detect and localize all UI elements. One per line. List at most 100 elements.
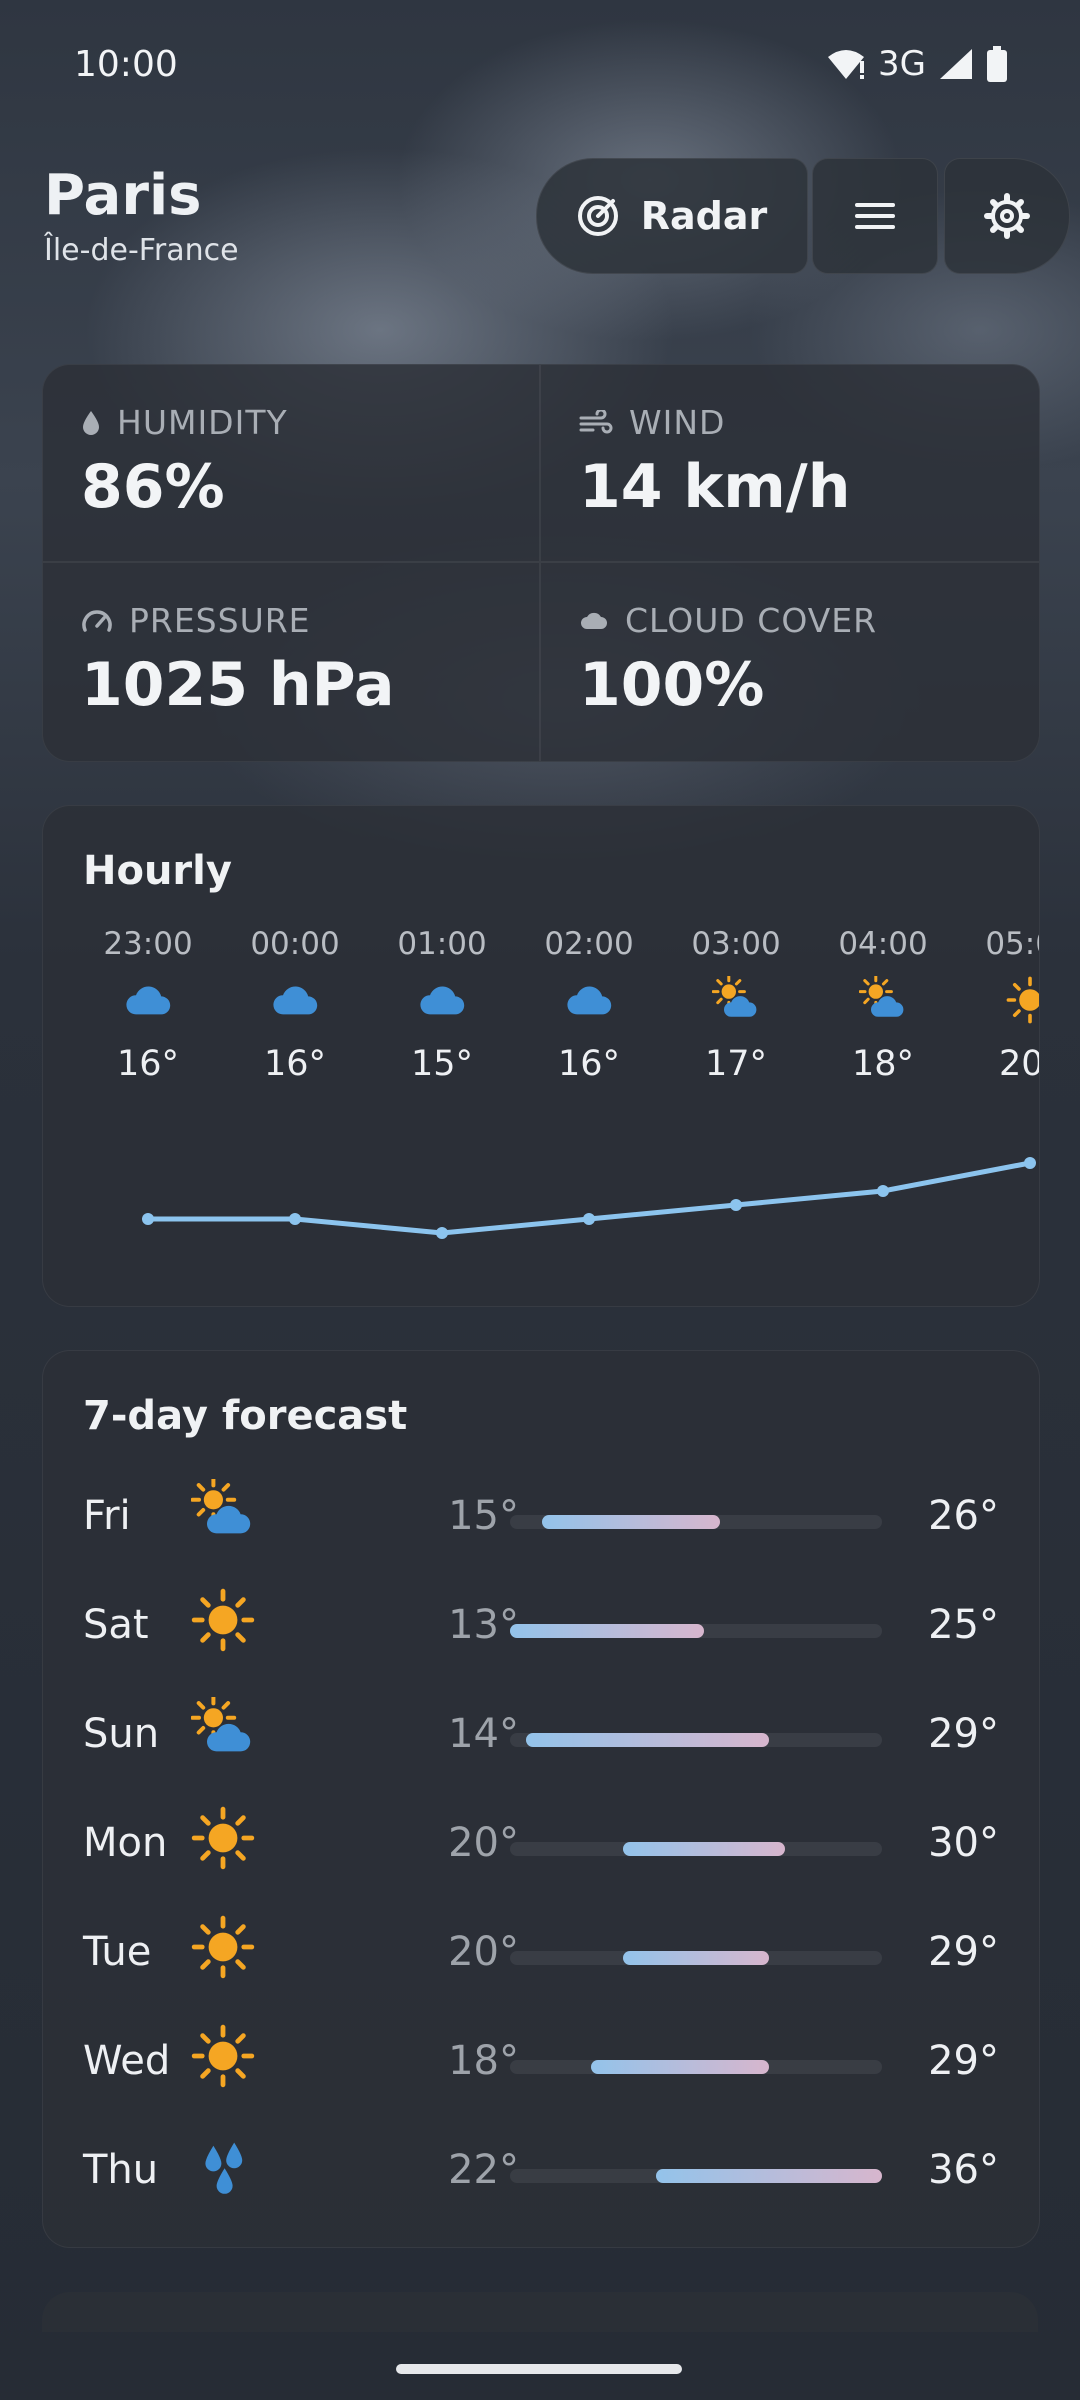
- status-bar: 10:00 3G: [0, 0, 1080, 130]
- hourly-item: 23:00 16°: [73, 926, 223, 1084]
- day-low-temp: 20°: [448, 1820, 519, 1866]
- temperature-range-bar: [623, 1951, 769, 1965]
- day-high-temp: 29°: [928, 1711, 999, 1757]
- network-type: 3G: [878, 44, 926, 84]
- hour-time: 01:00: [397, 926, 487, 962]
- day-high-temp: 29°: [928, 1929, 999, 1975]
- hour-icon: [514, 976, 664, 1036]
- temperature-range-track: [510, 1951, 882, 1965]
- cell-signal-icon: [940, 49, 972, 79]
- day-icon: [191, 2024, 261, 2094]
- location-header: Paris Île-de-France: [44, 165, 239, 268]
- sun-icon: [191, 1588, 255, 1652]
- hour-time: 05:00: [985, 926, 1039, 962]
- menu-button[interactable]: [812, 158, 938, 274]
- day-icon: [190, 1477, 261, 1549]
- hour-time: 04:00: [838, 926, 928, 962]
- water-drop-icon: [83, 410, 99, 435]
- forecast-day-row[interactable]: Sat 13° 25°: [43, 1588, 1039, 1668]
- next-card-peek: [42, 2292, 1038, 2332]
- humidity-label: HUMIDITY: [117, 403, 288, 442]
- hourly-item: 04:00 18°: [808, 926, 958, 1084]
- day-low-temp: 22°: [448, 2147, 519, 2193]
- status-icons: 3G: [826, 44, 1008, 84]
- day-name: Sun: [83, 1711, 160, 1757]
- day-icon: [191, 1915, 261, 1985]
- temperature-range-bar: [526, 1733, 769, 1747]
- daily-title: 7-day forecast: [83, 1393, 408, 1439]
- hour-temp: 17°: [704, 1044, 768, 1084]
- hourly-item: 05:00 20°: [955, 926, 1039, 1084]
- hourly-temperature-point: [142, 1213, 154, 1225]
- radar-button[interactable]: Radar: [536, 158, 808, 274]
- hour-time: 03:00: [691, 926, 781, 962]
- wind-stat: WIND 14 km/h: [541, 365, 1039, 563]
- settings-button[interactable]: [944, 158, 1070, 274]
- hourly-temperature-point: [877, 1185, 889, 1197]
- region-name: Île-de-France: [44, 232, 239, 268]
- day-name: Thu: [83, 2147, 159, 2193]
- humidity-stat: HUMIDITY 86%: [43, 365, 541, 563]
- pressure-label: PRESSURE: [129, 601, 311, 640]
- sun-icon: [1006, 976, 1039, 1024]
- cloud-icon: [567, 986, 612, 1015]
- forecast-day-row[interactable]: Mon 20° 30°: [43, 1806, 1039, 1886]
- radar-icon: [577, 196, 618, 236]
- forecast-day-row[interactable]: Fri 15° 26°: [43, 1477, 1039, 1559]
- forecast-day-row[interactable]: Tue 20° 29°: [43, 1915, 1039, 1995]
- cloud-icon: [581, 612, 607, 629]
- daily-forecast-card: 7-day forecast Fri 15° 26° Sat 13° 25° Sun…: [42, 1350, 1040, 2248]
- gauge-icon: [82, 609, 112, 632]
- pressure-value: 1025 hPa: [81, 650, 395, 720]
- temperature-range-bar: [655, 2169, 882, 2183]
- partly-cloudy-icon: [712, 976, 757, 1017]
- hour-icon: [661, 976, 811, 1036]
- hour-temp: 20°: [998, 1044, 1039, 1084]
- hour-time: 02:00: [544, 926, 634, 962]
- hour-icon: [73, 976, 223, 1036]
- wifi-icon: [828, 50, 865, 79]
- gesture-navigation-bar[interactable]: [396, 2364, 682, 2374]
- temperature-range-track: [510, 2169, 882, 2183]
- sun-icon: [191, 1806, 255, 1870]
- hourly-temperature-point: [436, 1227, 448, 1239]
- day-high-temp: 30°: [928, 1820, 999, 1866]
- temperature-range-track: [510, 1733, 882, 1747]
- day-low-temp: 13°: [448, 1602, 519, 1648]
- day-high-temp: 26°: [928, 1493, 999, 1539]
- day-high-temp: 36°: [928, 2147, 999, 2193]
- partly-cloudy-icon: [190, 1477, 251, 1534]
- hourly-temperature-point: [730, 1199, 742, 1211]
- partly-cloudy-icon: [190, 1695, 251, 1752]
- temperature-range-track: [510, 2060, 882, 2074]
- temperature-range-bar: [590, 2060, 769, 2074]
- day-icon: [191, 2133, 261, 2203]
- cloud-icon: [273, 986, 318, 1015]
- hourly-temperature-point: [1024, 1157, 1036, 1169]
- forecast-day-row[interactable]: Sun 14° 29°: [43, 1695, 1039, 1777]
- temperature-range-bar: [623, 1842, 785, 1856]
- day-icon: [191, 1588, 261, 1658]
- temperature-range-track: [510, 1624, 882, 1638]
- day-low-temp: 20°: [448, 1929, 519, 1975]
- day-icon: [190, 1695, 261, 1767]
- cloud-cover-value: 100%: [579, 650, 765, 720]
- hour-time: 00:00: [250, 926, 340, 962]
- hourly-item: 00:00 16°: [220, 926, 370, 1084]
- day-name: Tue: [83, 1929, 152, 1975]
- hourly-card[interactable]: Hourly 23:00 16° 00:00 16° 01:00 15° 02:00 …: [42, 805, 1040, 1307]
- hour-icon: [220, 976, 370, 1036]
- cloud-icon: [126, 986, 171, 1015]
- wind-value: 14 km/h: [579, 452, 851, 522]
- hour-temp: 18°: [851, 1044, 915, 1084]
- temperature-range-track: [510, 1842, 882, 1856]
- hourly-temperature-point: [583, 1213, 595, 1225]
- cloud-cover-stat: CLOUD COVER 100%: [541, 563, 1039, 761]
- forecast-day-row[interactable]: Wed 18° 29°: [43, 2024, 1039, 2104]
- menu-icon: [855, 203, 895, 229]
- city-name: Paris: [44, 163, 202, 228]
- forecast-day-row[interactable]: Thu 22° 36°: [43, 2133, 1039, 2213]
- gear-icon: [984, 193, 1030, 239]
- status-time: 10:00: [74, 44, 178, 85]
- hourly-item: 01:00 15°: [367, 926, 517, 1084]
